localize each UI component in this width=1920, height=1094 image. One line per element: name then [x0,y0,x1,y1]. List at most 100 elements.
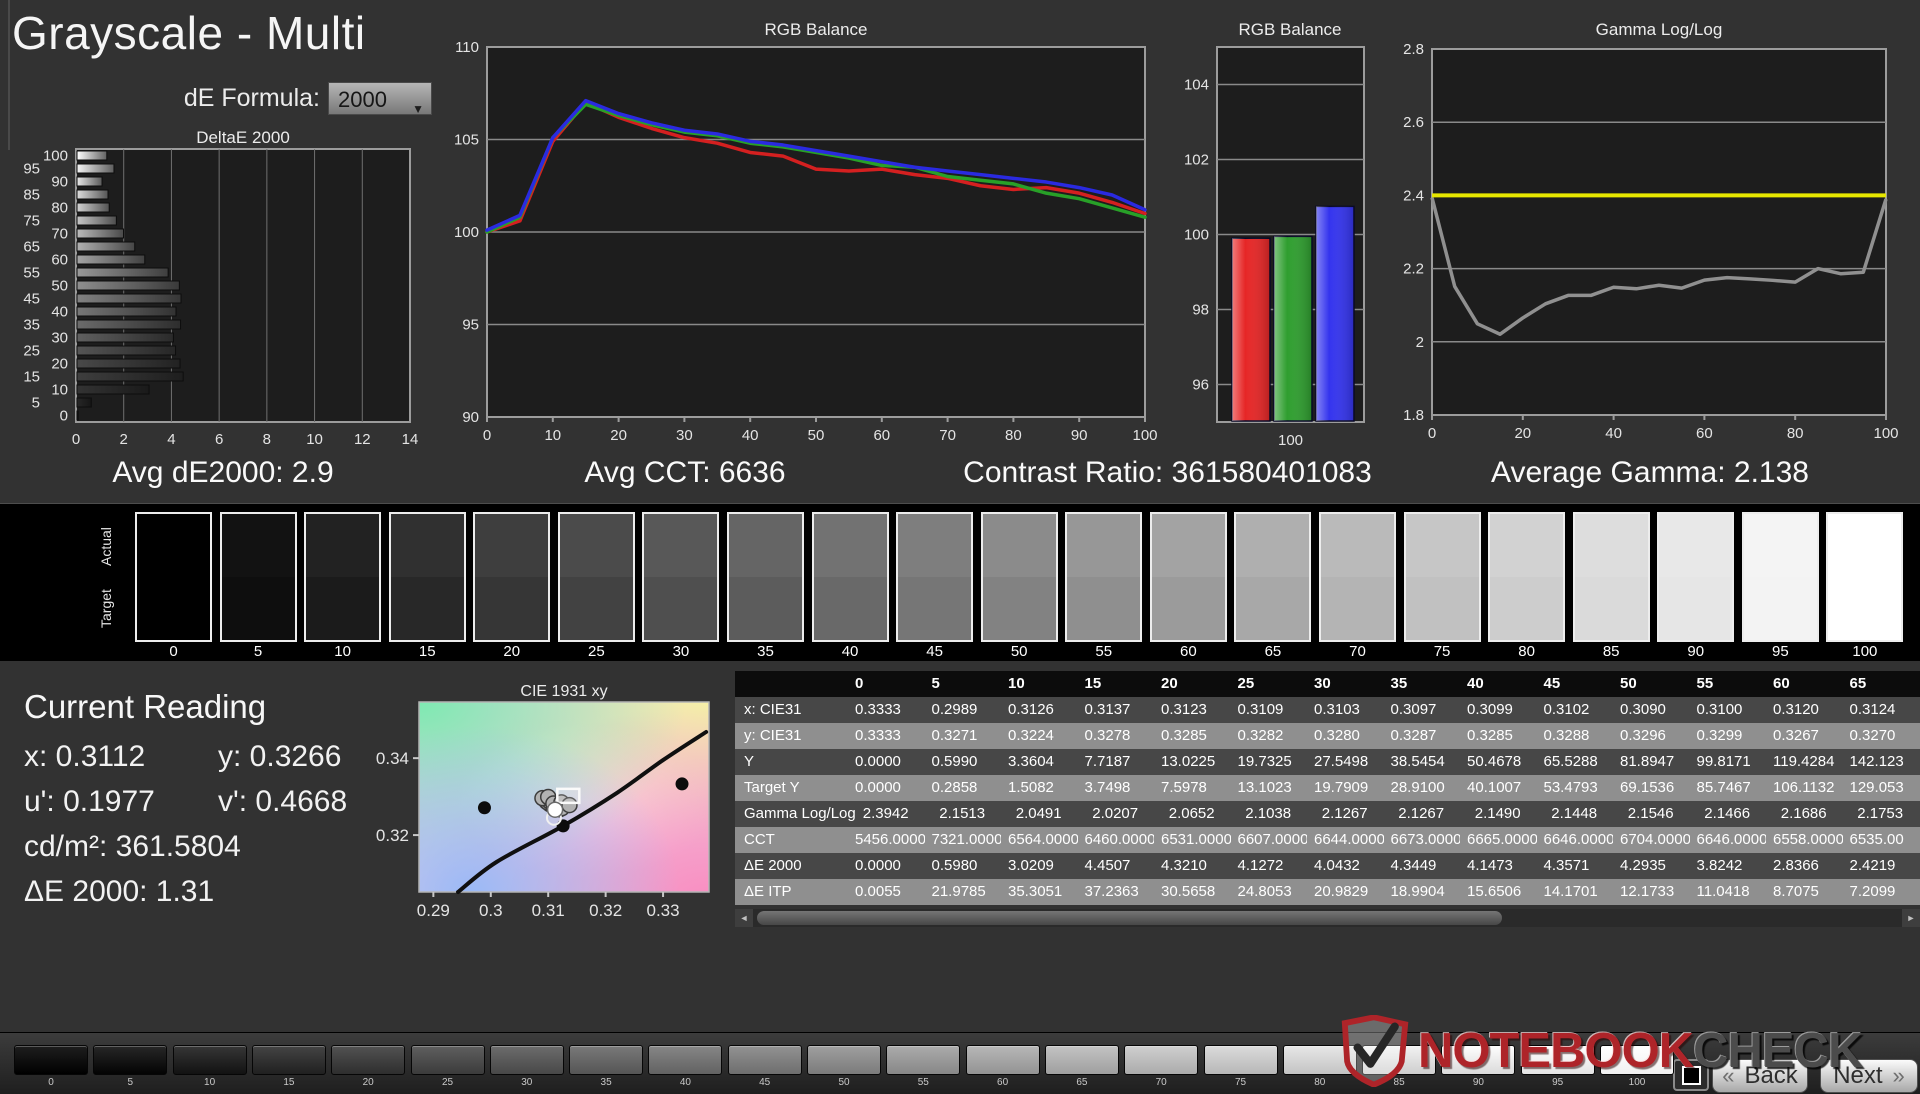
swatch-target [1490,577,1563,640]
tick-label: 50 [808,427,825,444]
tick-label: 2 [1416,334,1424,351]
pattern-level-button[interactable] [1204,1045,1278,1075]
tick-label: 2 [120,431,128,448]
deltae-bar [77,411,78,420]
tick-label: 104 [1184,77,1209,94]
pattern-level-button[interactable] [1283,1045,1357,1075]
pattern-level-button[interactable] [648,1045,722,1075]
pattern-level-label: 50 [807,1077,881,1088]
back-button[interactable]: « Back [1712,1059,1808,1093]
table-cell: 0.2858 [925,775,1002,801]
next-chevron-icon: » [1893,1063,1905,1089]
table-scrollbar[interactable]: ◄► [735,909,1920,927]
table-cell: 0.3299 [1690,723,1767,749]
target-row-label: Target [98,578,116,640]
table-column-header: 55 [1690,671,1767,697]
table-cell: 7.2099 [1843,879,1920,905]
pattern-level-label: 80 [1283,1077,1357,1088]
swatch-target [1236,577,1309,640]
table-cell: 2.1490 [1468,801,1545,827]
scrollbar-thumb[interactable] [757,911,1502,925]
table-row-label: x: CIE31 [735,697,848,723]
tick-label: 95 [462,317,479,334]
pattern-level-button[interactable] [1521,1045,1595,1075]
pattern-level-label: 60 [966,1077,1040,1088]
pattern-level-label: 95 [1521,1077,1595,1088]
pattern-level-button[interactable] [569,1045,643,1075]
plot-area [76,149,410,422]
tick-label: 2.6 [1403,114,1424,131]
table-cell: 0.0000 [848,775,925,801]
table-cell: 0.3224 [1001,723,1078,749]
swatch-actual [729,514,802,577]
table-cell: 0.5990 [925,749,1002,775]
table-cell: 65.5288 [1537,749,1614,775]
pattern-level-label: 15 [252,1077,326,1088]
current-reading-title: Current Reading [24,688,266,726]
pattern-level-button[interactable] [728,1045,802,1075]
table-cell: 18.9904 [1384,879,1461,905]
tick-label: 30 [51,330,68,347]
pattern-level-button[interactable] [93,1045,167,1075]
pattern-level-button[interactable] [252,1045,326,1075]
pattern-level-button[interactable] [411,1045,485,1075]
table-cell: 7.7187 [1078,749,1155,775]
swatch-actual [1067,514,1140,577]
swatch-actual [1659,514,1732,577]
tick-label: 15 [23,369,40,386]
de-formula-select[interactable]: 2000 ▼ [328,82,432,115]
table-cell: 24.8053 [1231,879,1308,905]
table-cell: 99.8171 [1690,749,1767,775]
swatch-actual [1406,514,1479,577]
pattern-level-button[interactable] [1441,1045,1515,1075]
table-cell: 12.1733 [1613,879,1690,905]
reading-y: y: 0.3266 [218,740,341,774]
pattern-level-button[interactable] [1124,1045,1198,1075]
swatch-actual [1490,514,1563,577]
tick-label: 102 [1184,152,1209,169]
pattern-window-button[interactable] [1673,1059,1709,1091]
pattern-level-button[interactable] [490,1045,564,1075]
table-cell: 0.3270 [1843,723,1920,749]
tick-label: 98 [1192,302,1209,319]
table-cell: 2.0491 [1009,801,1086,827]
table-cell: 6704.0000 [1613,827,1690,853]
tick-label: 110 [455,39,479,56]
table-cell: 53.4793 [1537,775,1614,801]
tick-label: 80 [1787,425,1804,442]
table-cell: 2.1753 [1850,801,1920,827]
table-row: CCT5456.00007321.00006564.00006460.00006… [735,827,1920,853]
tick-label: 90 [51,174,68,191]
table-cell: 0.3099 [1460,697,1537,723]
pattern-level-button[interactable] [1600,1045,1674,1075]
pattern-level-button[interactable] [886,1045,960,1075]
pattern-level-button[interactable] [1045,1045,1119,1075]
deltae-chart-title: DeltaE 2000 [123,128,363,148]
pattern-level-button[interactable] [966,1045,1040,1075]
table-cell: 0.3100 [1690,697,1767,723]
table-column-header: 25 [1231,671,1308,697]
red-bar [1232,238,1270,421]
tick-label: 0.34 [376,749,409,768]
table-cell: 2.1686 [1774,801,1851,827]
pattern-level-button[interactable] [331,1045,405,1075]
table-cell: 0.3120 [1766,697,1843,723]
scrollbar-left-arrow-icon[interactable]: ◄ [735,909,753,927]
pattern-level-button[interactable] [807,1045,881,1075]
green-balance-line [487,104,1145,232]
back-button-label: Back [1744,1062,1797,1090]
pattern-level-button[interactable] [14,1045,88,1075]
pattern-level-button[interactable] [1362,1045,1436,1075]
blue-bar-sheen [1316,206,1354,421]
grayscale-swatch [1742,512,1819,642]
swatch-actual [1575,514,1648,577]
deltae-bar [77,216,116,225]
table-cell: 0.2989 [925,697,1002,723]
green-bar-sheen [1274,236,1312,421]
scrollbar-right-arrow-icon[interactable]: ► [1902,909,1920,927]
next-button[interactable]: Next » [1820,1059,1918,1093]
table-column-header: 65 [1843,671,1920,697]
swatch-level-label: 70 [1319,643,1396,660]
table-cell: 0.3126 [1001,697,1078,723]
pattern-level-button[interactable] [173,1045,247,1075]
